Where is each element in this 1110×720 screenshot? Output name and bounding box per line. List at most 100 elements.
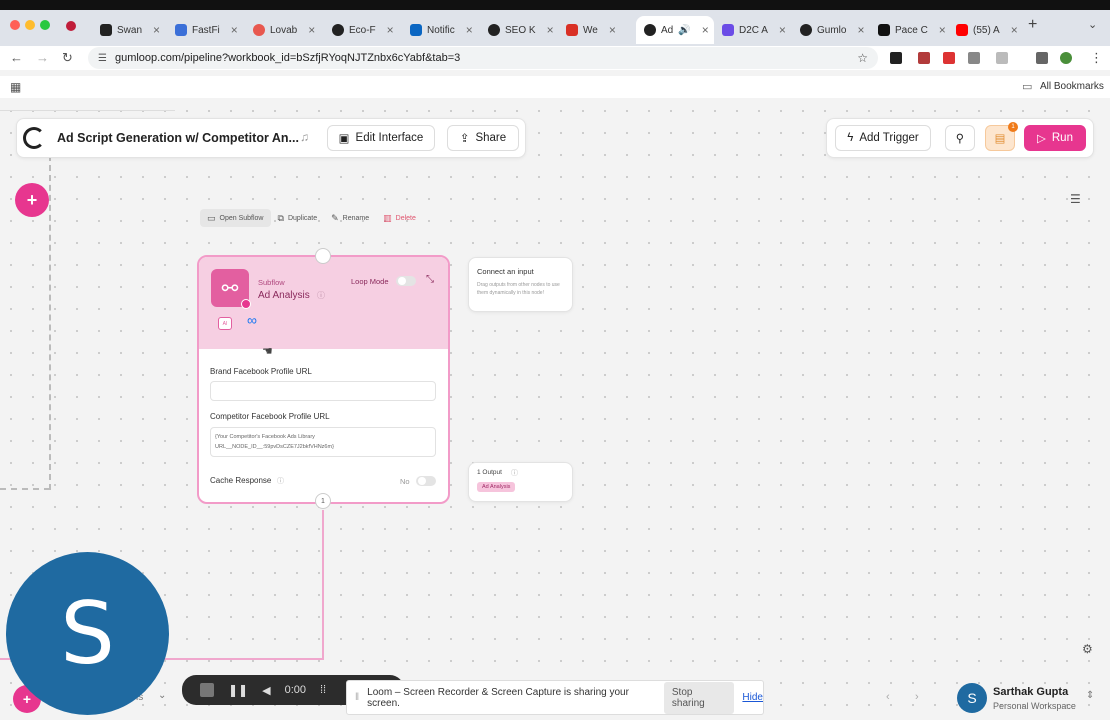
help-icon[interactable]: ⓘ <box>317 290 325 301</box>
node-name[interactable]: Ad Analysis <box>258 290 310 301</box>
tab-d2c[interactable]: D2C A × <box>714 16 792 44</box>
speaker-icon[interactable]: 🔊 <box>678 25 690 36</box>
rewind-icon[interactable]: ◀ <box>262 684 270 697</box>
apps-grid-icon[interactable]: ▦ <box>10 80 21 94</box>
close-icon[interactable]: × <box>939 23 946 37</box>
run-button[interactable]: ▷ Run <box>1024 125 1086 151</box>
close-icon[interactable]: × <box>387 23 394 37</box>
workbook-title[interactable]: Ad Script Generation w/ Competitor An... <box>57 131 299 145</box>
minimize-window-icon[interactable] <box>25 20 35 30</box>
list-view-icon[interactable]: ☰ <box>1070 192 1081 206</box>
share-button[interactable]: ⇪ Share <box>447 125 519 151</box>
add-node-button[interactable]: + <box>15 183 49 217</box>
tab-lovab[interactable]: Lovab × <box>245 16 320 44</box>
gumloop-logo-icon[interactable] <box>23 127 45 149</box>
user-avatar[interactable]: S <box>957 683 987 713</box>
user-name[interactable]: Sarthak Gupta <box>993 686 1068 698</box>
extension-badge-icon[interactable] <box>918 52 930 64</box>
maximize-window-icon[interactable] <box>40 20 50 30</box>
add-trigger-button[interactable]: ϟ Add Trigger <box>835 125 931 151</box>
tab-seo[interactable]: SEO K × <box>480 16 558 44</box>
tab-fastfi[interactable]: FastFi × <box>167 16 245 44</box>
webhook-icon: ⚲ <box>955 133 965 145</box>
tab-label: We <box>583 24 598 36</box>
delete-button[interactable]: ▥ Delete <box>376 209 423 227</box>
extension-menu-icon[interactable] <box>1036 52 1048 64</box>
tab-pace[interactable]: Pace C × <box>870 16 948 44</box>
extension-tab-icon[interactable] <box>996 52 1008 64</box>
chevron-left-icon[interactable]: ‹ <box>886 691 890 703</box>
close-icon[interactable]: × <box>308 23 315 37</box>
tab-swan[interactable]: Swan × <box>92 16 167 44</box>
site-info-icon[interactable]: ☰ <box>98 53 107 64</box>
tab-search-icon[interactable]: ⌄ <box>1088 18 1097 31</box>
brand-url-input[interactable] <box>210 381 436 401</box>
close-icon[interactable]: × <box>231 23 238 37</box>
reload-icon[interactable]: ↻ <box>62 50 73 66</box>
back-icon[interactable]: ← <box>10 50 23 65</box>
tab-favicon-icon <box>722 24 734 36</box>
pause-icon[interactable]: ❚❚ <box>228 683 248 697</box>
duplicate-button[interactable]: ⧉ Duplicate <box>271 209 325 227</box>
bookmark-star-icon[interactable]: ☆ <box>857 51 868 65</box>
app-header: Ad Script Generation w/ Competitor An...… <box>16 118 526 158</box>
close-icon[interactable]: × <box>1011 23 1018 37</box>
close-icon[interactable]: × <box>702 23 709 37</box>
subflow-node-card[interactable]: ⚯ Subflow Ad Analysis ⓘ Loop Mode ⤡ AI ∞… <box>197 255 450 504</box>
tab-eco[interactable]: Eco-F × <box>324 16 402 44</box>
loop-mode-toggle[interactable] <box>396 276 416 286</box>
close-icon[interactable]: × <box>153 23 160 37</box>
output-handle[interactable]: 1 <box>315 493 331 509</box>
forward-icon[interactable]: → <box>36 50 49 65</box>
url-text: gumloop.com/pipeline?workbook_id=bSzfjRY… <box>114 52 461 64</box>
new-tab-icon[interactable]: + <box>1028 16 1037 34</box>
gear-icon[interactable]: ⚙ <box>1082 642 1093 656</box>
output-chip[interactable]: Ad Analysis <box>477 482 516 492</box>
chevron-right-icon[interactable]: › <box>915 691 919 703</box>
url-field[interactable]: ☰ gumloop.com/pipeline?workbook_id=bSzfj… <box>88 47 878 69</box>
tab-notific[interactable]: Notific × <box>402 16 480 44</box>
open-subflow-button[interactable]: ▭ Open Subflow <box>200 209 271 227</box>
competitor-url-input[interactable]: {Your Competitor's Facebook Ads Library … <box>210 427 436 457</box>
chevron-down-icon[interactable]: ⌄ <box>158 690 166 701</box>
stop-sharing-button[interactable]: Stop sharing <box>663 681 735 714</box>
close-icon[interactable]: × <box>547 23 554 37</box>
save-button[interactable]: ▤ 1 <box>985 122 1018 151</box>
help-icon[interactable]: ⓘ <box>277 476 284 486</box>
extension-wa-icon[interactable] <box>890 52 902 64</box>
tab-favicon-icon <box>878 24 890 36</box>
close-icon[interactable]: × <box>466 23 473 37</box>
drag-handle-icon[interactable]: ⁞⁞ <box>320 684 326 696</box>
drag-handle-icon[interactable]: ‖ <box>355 692 359 703</box>
tab-ad-active[interactable]: Ad 🔊 × <box>636 16 714 44</box>
workflow-canvas[interactable]: Ad Script Generation w/ Competitor An...… <box>0 100 1110 720</box>
bell-icon[interactable]: ♫ <box>300 130 309 144</box>
input-handle[interactable] <box>315 248 331 264</box>
tab-gumlo[interactable]: Gumlo × <box>792 16 870 44</box>
loop-mode-label: Loop Mode <box>351 277 389 286</box>
close-icon[interactable]: × <box>857 23 864 37</box>
extension-red-icon[interactable] <box>943 52 955 64</box>
close-window-icon[interactable] <box>10 20 20 30</box>
collapse-icon[interactable]: ⤡ <box>426 274 434 285</box>
close-icon[interactable]: × <box>779 23 786 37</box>
stop-icon[interactable] <box>200 683 214 697</box>
rename-button[interactable]: ✎ Rename <box>324 209 376 227</box>
tab-gmail[interactable]: We × <box>558 16 636 44</box>
chevron-updown-icon[interactable]: ⇕ <box>1086 690 1094 701</box>
gmail-icon <box>566 24 578 36</box>
extension-puzzle-icon[interactable] <box>968 52 980 64</box>
browser-menu-icon[interactable]: ⋮ <box>1090 50 1103 66</box>
profile-avatar-icon[interactable] <box>1060 52 1072 64</box>
ai-badge: AI <box>218 317 232 330</box>
cache-response-toggle[interactable] <box>416 476 436 486</box>
hide-button[interactable]: Hide <box>742 692 763 703</box>
edit-interface-button[interactable]: ▣ Edit Interface <box>327 125 435 151</box>
all-bookmarks-link[interactable]: All Bookmarks <box>1040 81 1104 92</box>
tab-youtube[interactable]: (55) A × <box>948 16 1024 44</box>
help-icon[interactable]: ⓘ <box>511 468 518 478</box>
gumloop-favicon-icon <box>800 24 812 36</box>
group-boundary <box>0 488 50 490</box>
close-icon[interactable]: × <box>609 23 616 37</box>
webhook-button[interactable]: ⚲ <box>945 125 975 151</box>
